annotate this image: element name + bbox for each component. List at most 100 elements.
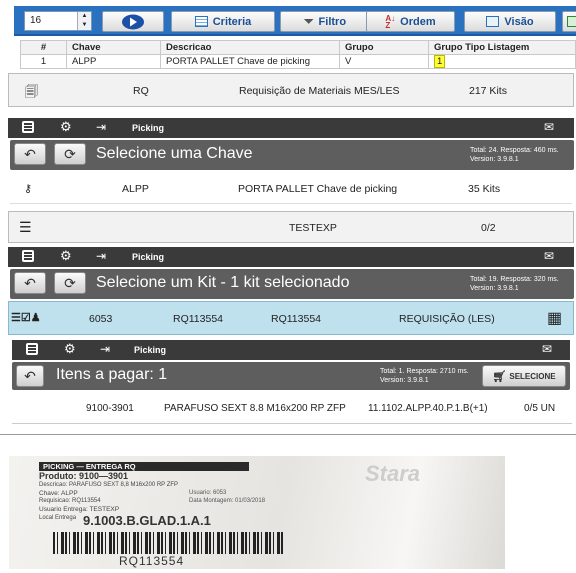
label-usuario-entrega: Usuario Entrega: TESTEXP [39, 506, 120, 513]
picking-header-3: ↶ Itens a pagar: 1 Total: 1. Resposta: 2… [12, 362, 570, 390]
selecione-button[interactable]: 🛒︎ SELECIONE [482, 365, 566, 387]
grid-panel: 16 ▲ ▼ Criteria ⏷ Filtro A↓ Z Ordem Visão … [14, 0, 576, 70]
item-list-item[interactable]: 9100-3901 PARAFUSO SEXT 8.8 M16x200 RP Z… [12, 394, 572, 424]
filtro-label: Filtro [318, 15, 347, 28]
response-meta: Total: 24. Resposta: 460 ms. [470, 147, 559, 154]
criteria-button[interactable]: Criteria [171, 11, 275, 32]
kit-rq: RQ113554 [173, 313, 224, 325]
sort-icon: A↓ Z [385, 13, 396, 30]
page-title: Itens a pagar: 1 [56, 366, 168, 383]
app-title: Picking [132, 123, 165, 133]
chave-value: ALPP [122, 183, 149, 195]
label-header: PICKING — ENTREGA RQ [39, 462, 249, 471]
gear-icon[interactable]: ⚙ [60, 248, 72, 264]
page-title: Selecione uma Chave [96, 145, 253, 162]
back-button[interactable]: ↶ [14, 143, 46, 165]
rq-list-item[interactable]: 🗐 RQ Requisição de Materiais MES/LES 217… [8, 73, 574, 107]
view-icon [486, 16, 500, 27]
cell-descricao: PORTA PALLET Chave de picking [160, 54, 340, 69]
undo-icon: ↶ [24, 274, 36, 291]
item-codigo: 9100-3901 [86, 403, 134, 414]
barcode [53, 532, 283, 554]
label-photo: PICKING — ENTREGA RQ Produto: 9100—3901 … [9, 456, 505, 569]
mail-icon[interactable]: ✉ [544, 120, 554, 134]
app-title: Picking [134, 345, 167, 355]
col-header-index[interactable]: # [20, 40, 67, 55]
label-local: 9.1003.B.GLAD.1.A.1 [83, 513, 211, 528]
divider [0, 434, 576, 435]
export-icon [566, 16, 576, 27]
col-header-grupo-tipo[interactable]: Grupo Tipo Listagem [428, 40, 576, 55]
document-icon: 🗐 [25, 84, 38, 99]
layers-icon: ☰ [19, 219, 32, 235]
stepper-arrows[interactable]: ▲ ▼ [77, 12, 91, 30]
label-chave: Chave: ALPP [39, 490, 78, 497]
col-header-chave[interactable]: Chave [66, 40, 161, 55]
rq-code: RQ [133, 85, 149, 97]
back-button[interactable]: ↶ [16, 365, 44, 387]
filter-icon: ⏷ [303, 14, 314, 28]
chave-kits: 35 Kits [468, 183, 501, 195]
gear-icon[interactable]: ⚙ [64, 341, 76, 357]
key-icon: ⚷ [24, 183, 33, 195]
response-meta: Total: 19. Resposta: 320 ms. [470, 276, 559, 283]
app-title: Picking [132, 252, 165, 262]
label-data: Data Montagem: 01/03/2018 [189, 498, 266, 504]
undo-icon: ↶ [24, 367, 36, 384]
table-icon [194, 16, 208, 27]
picking-appbar-2: ⚙ ⇥ Picking ✉ [8, 247, 574, 267]
menu-icon[interactable] [26, 343, 38, 355]
ordem-button[interactable]: A↓ Z Ordem [366, 11, 455, 32]
ordem-label: Ordem [400, 15, 436, 28]
response-meta: Total: 1. Resposta: 2710 ms. [380, 368, 469, 375]
mail-icon[interactable]: ✉ [542, 342, 552, 356]
kit-list-item[interactable]: ☰☑♟ 6053 RQ113554 RQ113554 REQUISIÇÃO (L… [8, 301, 574, 335]
selecione-label: SELECIONE [509, 371, 556, 381]
version-meta: Version: 3.9.8.1 [470, 156, 519, 163]
picking-appbar-1: ⚙ ⇥ Picking ✉ [8, 118, 574, 138]
more-button[interactable] [562, 11, 576, 32]
item-local: 11.1102.ALPP.40.P.1.B(+1) [368, 403, 488, 414]
rq-kits: 217 Kits [469, 85, 507, 97]
refresh-icon: ⟳ [64, 274, 76, 291]
label-requisicao: Requisicao: RQ113554 [39, 498, 101, 504]
back-button[interactable]: ↶ [14, 272, 46, 294]
version-meta: Version: 3.9.8.1 [380, 377, 429, 384]
testexp-count: 0/2 [481, 222, 496, 234]
col-header-descricao[interactable]: Descricao [160, 40, 340, 55]
gear-icon[interactable]: ⚙ [60, 119, 72, 135]
undo-icon: ↶ [24, 145, 36, 162]
menu-icon[interactable] [22, 121, 34, 133]
refresh-button[interactable]: ⟳ [54, 272, 86, 294]
picking-header-1: ↶ ⟳ Selecione uma Chave Total: 24. Respo… [10, 140, 574, 170]
label-descricao: Descricao: PARAFUSO SEXT 8,8 M16x200 RP … [39, 482, 179, 488]
brand-logo: Stara [365, 461, 421, 486]
cell-index: 1 [20, 54, 67, 69]
refresh-icon: ⟳ [64, 145, 76, 162]
logout-icon[interactable]: ⇥ [96, 120, 106, 134]
boxes-icon: ▦ [547, 310, 563, 327]
rq-description: Requisição de Materiais MES/LES [239, 85, 400, 97]
visao-label: Visão [504, 15, 534, 28]
page-title: Selecione um Kit - 1 kit selecionado [96, 274, 350, 291]
table-row[interactable]: 1 ALPP PORTA PALLET Chave de picking V 1 [20, 54, 576, 69]
col-header-grupo[interactable]: Grupo [339, 40, 429, 55]
visao-button[interactable]: Visão [464, 11, 556, 32]
kit-id: 6053 [89, 313, 113, 325]
menu-icon[interactable] [22, 250, 34, 262]
page-size-value: 16 [30, 15, 42, 26]
list-check-user-icon: ☰☑♟ [11, 312, 41, 324]
refresh-button[interactable]: ⟳ [54, 143, 86, 165]
logout-icon[interactable]: ⇥ [100, 342, 110, 356]
kit-rq-2: RQ113554 [271, 313, 322, 325]
chave-list-item[interactable]: ⚷ ALPP PORTA PALLET Chave de picking 35 … [10, 174, 572, 204]
logout-icon[interactable]: ⇥ [96, 249, 106, 263]
filtro-button[interactable]: ⏷ Filtro [280, 11, 370, 32]
testexp-name: TESTEXP [289, 222, 337, 234]
cell-grupo-tipo: 1 [428, 54, 576, 69]
cell-grupo: V [339, 54, 429, 69]
testexp-list-item[interactable]: ☰ TESTEXP 0/2 [8, 211, 574, 243]
mail-icon[interactable]: ✉ [544, 249, 554, 263]
page-size-stepper[interactable]: 16 ▲ ▼ [24, 11, 92, 31]
play-button[interactable] [102, 11, 164, 32]
